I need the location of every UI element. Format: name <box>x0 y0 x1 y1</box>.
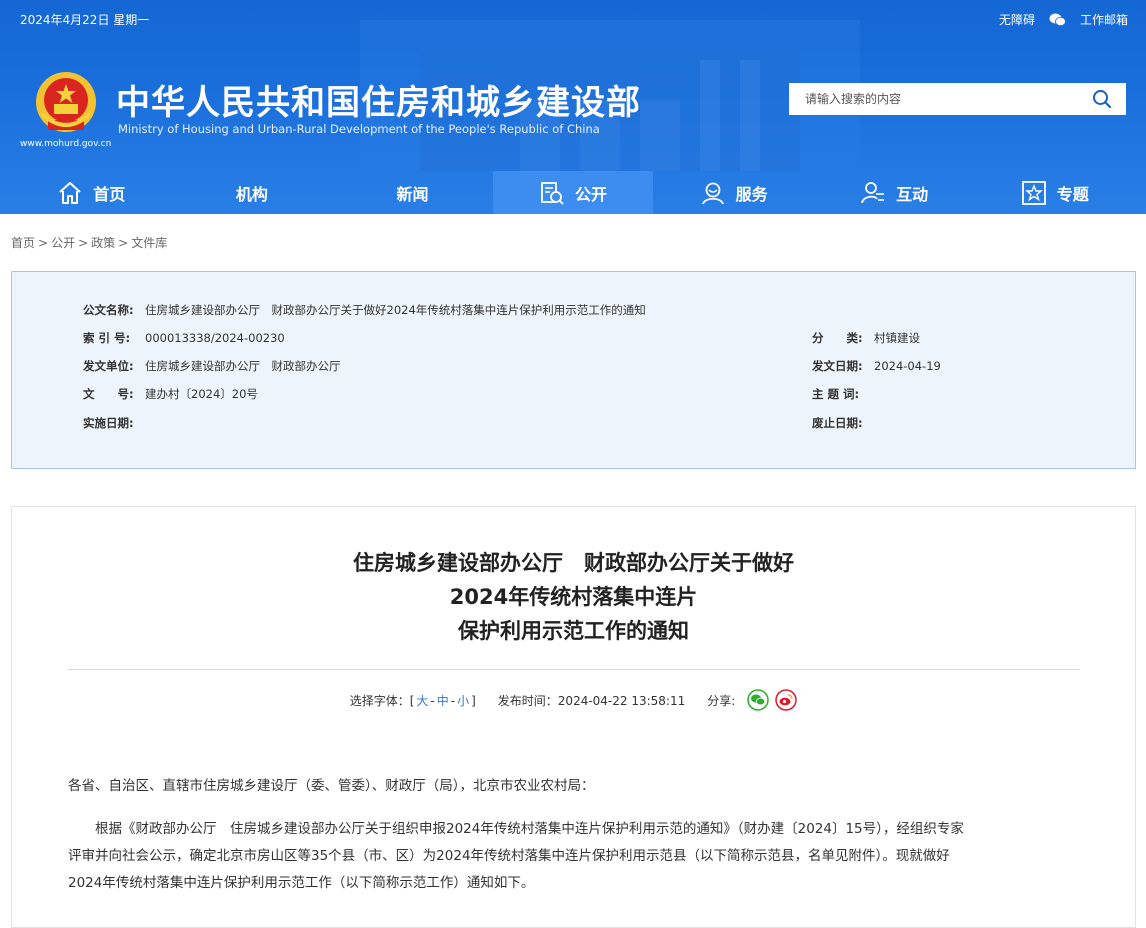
nav-topic[interactable]: 专题 <box>974 171 1135 214</box>
category-label: 分 类: <box>812 331 863 345</box>
effective-date-row: 实施日期: <box>83 415 145 431</box>
home-icon <box>59 181 81 204</box>
interact-icon <box>861 181 885 203</box>
breadcrumb-separator: > <box>118 236 129 250</box>
site-header: 2024年4月22日 星期一 无障碍 工作邮箱 中华人民共和国住房和城乡建设部 … <box>0 0 1146 214</box>
title-divider <box>68 669 1080 670</box>
issuer-value: 住房城乡建设部办公厅 财政部办公厅 <box>145 359 341 373</box>
font-separator: - <box>450 693 456 708</box>
font-size-selector: 选择字体：[大 - 中 - 小] <box>350 692 476 709</box>
search-input[interactable] <box>789 83 1085 115</box>
nav-open-label: 公开 <box>575 184 608 204</box>
share-label: 分享: <box>707 693 736 708</box>
nav-news[interactable]: 新闻 <box>332 171 493 214</box>
expiry-date-row: 废止日期: <box>812 415 874 431</box>
current-date: 2024年4月22日 星期一 <box>20 13 150 27</box>
doc-number-label: 文 号: <box>83 387 134 401</box>
doc-number-row: 文 号: 建办村〔2024〕20号 <box>83 386 258 402</box>
body-line: 根据《财政部办公厅 住房城乡建设部办公厅关于组织申报2024年传统村落集中连片保… <box>68 821 964 837</box>
work-mail-link[interactable]: 工作邮箱 <box>1080 11 1128 28</box>
keywords-row: 主 题 词: <box>812 386 874 402</box>
category-value: 村镇建设 <box>874 331 920 345</box>
issuer-label: 发文单位: <box>83 359 134 373</box>
breadcrumb-separator: > <box>38 236 49 250</box>
breadcrumb-open[interactable]: 公开 <box>51 236 75 250</box>
nav-interact[interactable]: 互动 <box>814 171 975 214</box>
doc-number-value: 建办村〔2024〕20号 <box>145 387 258 401</box>
body-line: 2024年传统村落集中连片保护利用示范工作（以下简称示范工作）通知如下。 <box>68 875 535 891</box>
article-meta: 选择字体：[大 - 中 - 小] 发布时间：2024-04-22 13:58:11 分享… <box>12 689 1135 711</box>
nav-topic-label: 专题 <box>1056 184 1089 204</box>
category-row: 分 类: 村镇建设 <box>812 330 920 346</box>
breadcrumb-library[interactable]: 文件库 <box>131 236 167 250</box>
doc-name-row: 公文名称: 住房城乡建设部办公厅 财政部办公厅关于做好2024年传统村落集中连片保… <box>83 302 646 318</box>
body-paragraph-1: 根据《财政部办公厅 住房城乡建设部办公厅关于组织申报2024年传统村落集中连片保… <box>68 816 1088 897</box>
breadcrumb: 首页 > 公开 > 政策 > 文件库 <box>11 234 167 251</box>
weibo-share-icon[interactable] <box>775 689 798 711</box>
body-line: 评审并向社会公示，确定北京市房山区等35个县（市、区）为2024年传统村落集中连… <box>68 848 950 864</box>
top-links: 无障碍 工作邮箱 <box>985 11 1128 28</box>
article-title-line-2: 2024年传统村落集中连片 <box>449 585 698 609</box>
font-medium-link[interactable]: 中 <box>437 694 449 708</box>
effective-date-label: 实施日期: <box>83 416 134 430</box>
doc-name-label: 公文名称: <box>83 303 134 317</box>
site-url: www.mohurd.gov.cn <box>20 139 112 149</box>
font-small-link[interactable]: 小 <box>457 694 469 708</box>
nav-news-label: 新闻 <box>396 184 429 204</box>
main-nav: 首页 机构 新闻 公开 服务 互动 专题 <box>11 171 1135 214</box>
accessibility-link[interactable]: 无障碍 <box>999 11 1035 28</box>
breadcrumb-policy[interactable]: 政策 <box>91 236 115 250</box>
font-size-close: ] <box>471 693 476 708</box>
index-row: 索 引 号: 000013338/2024-00230 <box>83 330 285 346</box>
site-title: 中华人民共和国住房和城乡建设部 <box>116 83 641 123</box>
document-icon <box>541 181 564 205</box>
salutation: 各省、自治区、直辖市住房城乡建设厅（委、管委）、财政厅（局），北京市农业农村局： <box>68 778 595 794</box>
national-emblem-logo <box>36 72 96 132</box>
wechat-share-icon[interactable] <box>747 689 770 711</box>
nav-interact-label: 互动 <box>896 184 929 204</box>
nav-service[interactable]: 服务 <box>653 171 814 214</box>
service-icon <box>701 182 724 204</box>
breadcrumb-home[interactable]: 首页 <box>11 236 35 250</box>
site-subtitle: Ministry of Housing and Urban-Rural Deve… <box>118 122 600 136</box>
font-size-label: 选择字体：[ <box>349 693 415 708</box>
font-large-link[interactable]: 大 <box>416 694 428 708</box>
publish-time: 发布时间：2024-04-22 13:58:11 <box>497 693 686 708</box>
doc-name-value: 住房城乡建设部办公厅 财政部办公厅关于做好2024年传统村落集中连片保护利用示范… <box>145 303 646 317</box>
keywords-label: 主 题 词: <box>812 387 860 401</box>
nav-home-label: 首页 <box>93 184 126 204</box>
nav-org[interactable]: 机构 <box>172 171 333 214</box>
star-icon <box>1021 180 1046 205</box>
nav-open[interactable]: 公开 <box>492 171 654 214</box>
nav-home[interactable]: 首页 <box>11 171 172 214</box>
top-bar: 2024年4月22日 星期一 无障碍 工作邮箱 <box>0 0 1146 40</box>
font-separator: - <box>430 693 435 708</box>
search-box <box>789 83 1126 115</box>
index-label: 索 引 号: <box>83 331 131 345</box>
document-info-box: 公文名称: 住房城乡建设部办公厅 财政部办公厅关于做好2024年传统村落集中连片保… <box>11 271 1136 469</box>
share-area: 分享: <box>707 689 798 711</box>
article-title-line-3: 保护利用示范工作的通知 <box>458 619 689 643</box>
article-panel: 住房城乡建设部办公厅 财政部办公厅关于做好 2024年传统村落集中连片 保护利用… <box>11 506 1136 928</box>
search-icon[interactable] <box>1092 89 1112 109</box>
expiry-date-label: 废止日期: <box>812 416 863 430</box>
issuer-row: 发文单位: 住房城乡建设部办公厅 财政部办公厅 <box>83 358 341 374</box>
index-value: 000013338/2024-00230 <box>145 331 285 345</box>
breadcrumb-separator: > <box>78 236 89 250</box>
issue-date-value: 2024-04-19 <box>874 359 941 373</box>
wechat-icon[interactable] <box>1049 13 1066 27</box>
issue-date-label: 发文日期: <box>812 359 863 373</box>
issue-date-row: 发文日期: 2024-04-19 <box>812 358 941 374</box>
article-title-line-1: 住房城乡建设部办公厅 财政部办公厅关于做好 <box>353 551 794 575</box>
nav-service-label: 服务 <box>735 184 768 204</box>
nav-org-label: 机构 <box>235 184 268 204</box>
